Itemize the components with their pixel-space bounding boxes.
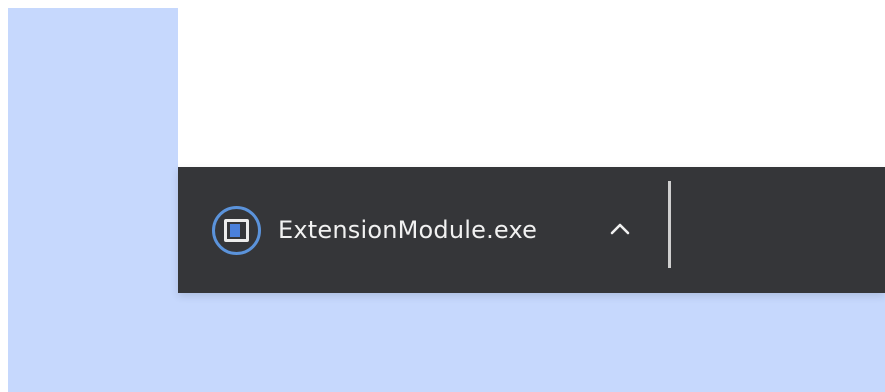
exe-file-icon-inner [230,223,240,237]
download-options-button[interactable] [598,209,642,249]
shelf-divider [668,181,671,268]
download-filename: ExtensionModule.exe [278,216,538,244]
screen: ExtensionModule.exe [0,0,885,392]
chevron-up-icon [610,223,630,235]
exe-file-icon [224,218,249,242]
download-shelf: ExtensionModule.exe [178,167,885,293]
download-progress-ring [212,205,261,255]
browser-content-area [178,0,885,167]
